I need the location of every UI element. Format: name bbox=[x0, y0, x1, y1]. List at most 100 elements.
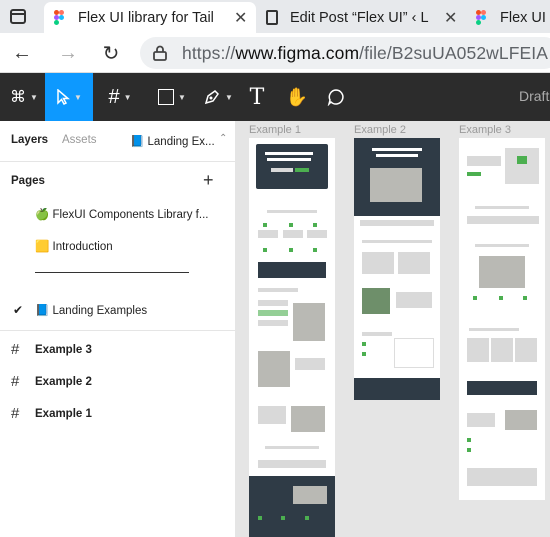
design-canvas[interactable]: Example 1 Example 2 Example 3 bbox=[236, 121, 550, 537]
browser-tab-bar: Flex UI library for Tail ✕ Edit Post “Fl… bbox=[0, 0, 550, 33]
url-prefix: https:// bbox=[182, 43, 236, 63]
rectangle-icon bbox=[158, 89, 175, 105]
pen-icon bbox=[204, 90, 220, 105]
frame-example-2[interactable] bbox=[354, 138, 440, 400]
comment-icon bbox=[327, 89, 344, 106]
frame-label-example-2[interactable]: Example 2 bbox=[354, 124, 406, 136]
text-tool-button[interactable]: T bbox=[243, 73, 271, 121]
section-heading bbox=[475, 244, 529, 247]
stats-row bbox=[467, 216, 539, 224]
reload-icon[interactable]: ↻ bbox=[97, 39, 125, 67]
lock-icon[interactable] bbox=[153, 45, 167, 61]
content-image bbox=[258, 351, 290, 387]
tab-title: Flex UI bbox=[500, 9, 546, 26]
stats-block bbox=[362, 252, 394, 274]
layer-example-2[interactable]: # Example 2 bbox=[11, 373, 92, 390]
close-tab-icon[interactable]: ✕ bbox=[234, 8, 247, 28]
content-image bbox=[291, 406, 325, 432]
close-tab-icon[interactable]: ✕ bbox=[444, 8, 457, 28]
frame-label-example-1[interactable]: Example 1 bbox=[249, 124, 301, 136]
hero-heading bbox=[376, 154, 418, 157]
feature-text bbox=[307, 230, 327, 238]
figma-icon bbox=[476, 10, 486, 25]
page-selector[interactable]: 📘 Landing Ex... bbox=[130, 134, 215, 148]
draft-label: Draft bbox=[519, 88, 550, 104]
hand-tool-button[interactable]: ✋ bbox=[283, 73, 311, 121]
feature-icon bbox=[523, 296, 527, 300]
feature-icon bbox=[305, 516, 309, 520]
move-tool-button[interactable]: ▼ bbox=[45, 73, 93, 121]
page-item-components[interactable]: 🍏 FlexUI Components Library f... bbox=[35, 207, 215, 221]
chevron-up-icon[interactable]: ⌃ bbox=[219, 133, 227, 144]
comment-tool-button[interactable] bbox=[322, 73, 350, 121]
text-icon: T bbox=[249, 84, 265, 110]
frame-label-example-3[interactable]: Example 3 bbox=[459, 124, 511, 136]
chevron-down-icon: ▼ bbox=[30, 92, 38, 102]
layer-example-3[interactable]: # Example 3 bbox=[11, 341, 92, 358]
hero-input bbox=[271, 168, 293, 172]
feature-text bbox=[283, 230, 303, 238]
browser-tab-3[interactable]: Flex UI bbox=[468, 2, 550, 33]
pages-header: Pages bbox=[11, 175, 45, 187]
cta-banner bbox=[467, 381, 537, 395]
avatar-image bbox=[362, 288, 390, 314]
contact-heading bbox=[362, 332, 392, 336]
section-heading bbox=[267, 210, 317, 213]
page-item-introduction[interactable]: 🟨 Introduction bbox=[35, 239, 113, 253]
page-item-landing-examples[interactable]: 📘 Landing Examples bbox=[35, 303, 147, 317]
browser-tab-2[interactable]: Edit Post “Flex UI” ‹ L ✕ bbox=[258, 2, 464, 33]
feature-icon bbox=[263, 248, 267, 252]
browser-tab-1[interactable]: Flex UI library for Tail ✕ bbox=[44, 2, 256, 33]
hero-heading bbox=[265, 152, 313, 155]
add-page-icon[interactable]: + bbox=[203, 170, 214, 191]
cta-banner bbox=[258, 262, 326, 278]
contact-icon bbox=[362, 342, 366, 346]
stats-block bbox=[398, 252, 430, 274]
list-icon bbox=[467, 448, 471, 452]
feature-icon bbox=[263, 223, 267, 227]
frame-example-1[interactable] bbox=[249, 138, 335, 537]
tab-layers[interactable]: Layers bbox=[11, 134, 48, 146]
footer-section bbox=[354, 378, 440, 400]
section-heading bbox=[469, 328, 519, 331]
testimonial-text bbox=[396, 292, 432, 308]
frame-example-3[interactable] bbox=[459, 138, 545, 500]
feature-icon bbox=[258, 516, 262, 520]
divider bbox=[0, 330, 236, 331]
feature-icon bbox=[499, 296, 503, 300]
shape-tool-button[interactable]: ▼ bbox=[150, 73, 194, 121]
url-text: https://www.figma.com/file/B2suUA052wLFE… bbox=[182, 43, 548, 64]
hero-button bbox=[295, 168, 309, 172]
section-heading bbox=[258, 406, 286, 424]
back-icon[interactable]: ← bbox=[8, 39, 36, 67]
tab-overview-icon[interactable] bbox=[10, 9, 26, 24]
main-menu-button[interactable]: ⌘ ▼ bbox=[4, 73, 44, 121]
content-image bbox=[293, 486, 327, 504]
chevron-down-icon: ▼ bbox=[74, 92, 82, 102]
pen-tool-button[interactable]: ▼ bbox=[198, 73, 238, 121]
layer-example-1[interactable]: # Example 1 bbox=[11, 405, 92, 422]
page-item-separator[interactable] bbox=[35, 261, 189, 273]
stats-row bbox=[258, 460, 326, 468]
pricing-card bbox=[467, 338, 489, 362]
list-icon bbox=[467, 438, 471, 442]
hand-icon: ✋ bbox=[285, 86, 309, 107]
tab-title: Flex UI library for Tail bbox=[78, 9, 214, 26]
section-heading bbox=[362, 240, 432, 243]
feature-icon bbox=[313, 248, 317, 252]
list-item bbox=[258, 310, 288, 316]
tab-title: Edit Post “Flex UI” ‹ L bbox=[290, 9, 429, 26]
feature-icon bbox=[289, 248, 293, 252]
left-panel: Layers Assets 📘 Landing Ex... ⌃ Pages + … bbox=[0, 121, 236, 537]
contact-form bbox=[394, 338, 434, 368]
tab-assets[interactable]: Assets bbox=[62, 134, 97, 146]
frame-tool-button[interactable]: # ▼ bbox=[100, 73, 140, 121]
forward-icon[interactable]: → bbox=[54, 39, 82, 67]
figma-toolbar: ⌘ ▼ ▼ # ▼ ▼ ▼ T ✋ Draft bbox=[0, 73, 550, 121]
content-image bbox=[293, 303, 325, 341]
panel-tabs: Layers Assets 📘 Landing Ex... ⌃ bbox=[0, 121, 236, 161]
pricing-card bbox=[491, 338, 513, 362]
address-bar[interactable]: https://www.figma.com/file/B2suUA052wLFE… bbox=[140, 37, 550, 69]
feature-text bbox=[258, 230, 278, 238]
url-path: /file/B2suUA052wLFEIA bbox=[359, 43, 549, 63]
